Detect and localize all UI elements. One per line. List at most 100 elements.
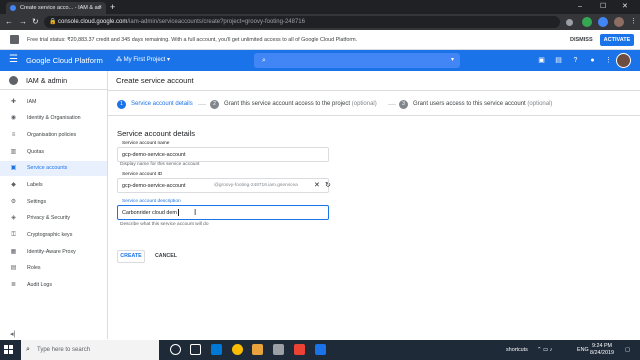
sidebar-item-label: Identity & Organisation xyxy=(27,115,81,121)
menu-icon[interactable]: ☰ xyxy=(9,53,18,67)
project-selector[interactable]: ⁂ My First Project ▾ xyxy=(116,50,170,71)
language-indicator[interactable]: ENG xyxy=(577,340,589,360)
clock-date: 8/24/2019 xyxy=(590,350,614,356)
cancel-button[interactable]: CANCEL xyxy=(152,250,180,263)
clock[interactable]: 9:24 PM 8/24/2019 xyxy=(590,343,614,357)
product-title[interactable]: Google Cloud Platform xyxy=(26,50,103,71)
edge-icon[interactable] xyxy=(211,344,222,355)
service-account-name-field[interactable]: Service account name gcp-demo-service-ac… xyxy=(117,141,329,162)
step-optional: (optional) xyxy=(351,101,377,107)
gear-icon: ⚙ xyxy=(10,199,17,205)
search-input[interactable]: ⌕ ▾ xyxy=(254,53,460,68)
sidebar-item-roles[interactable]: ▤ Roles xyxy=(0,261,107,276)
tray-icons[interactable]: ⌃ ▭ ♪ xyxy=(537,340,552,360)
label-icon: ◆ xyxy=(11,182,16,188)
service-account-id-field[interactable]: Service account ID gcp-demo-service-acco… xyxy=(117,172,331,193)
clear-icon[interactable]: ✕ xyxy=(314,179,320,193)
file-explorer-icon[interactable] xyxy=(252,344,263,355)
sidebar-item-label: Identity-Aware Proxy xyxy=(27,249,76,255)
url-input[interactable]: 🔒 console.cloud.google.com/iam-admin/ser… xyxy=(44,16,560,28)
sidebar-item-iam[interactable]: ✚ IAM xyxy=(0,95,107,110)
list-icon: ≡ xyxy=(11,132,16,138)
more-vert-icon[interactable]: ⋮ xyxy=(604,56,613,65)
step-3-label[interactable]: Grant users access to this service accou… xyxy=(413,91,552,118)
task-view-icon[interactable] xyxy=(190,344,201,355)
sidebar-item-quotas[interactable]: ▥ Quotas xyxy=(0,145,107,160)
forward-icon[interactable]: → xyxy=(19,16,27,28)
profile-avatar[interactable] xyxy=(614,17,624,27)
browser-menu-icon[interactable]: ⋮ xyxy=(630,16,637,28)
sidebar-item-crypto-keys[interactable]: ⚿ Cryptographic keys xyxy=(0,228,107,243)
stepper: 1 Service account details 2 Grant this s… xyxy=(108,90,640,116)
free-trial-banner: Free trial status: ₹20,883.37 credit and… xyxy=(0,30,640,50)
sidebar-item-labels[interactable]: ◆ Labels xyxy=(0,178,107,193)
store-icon[interactable] xyxy=(273,344,284,355)
sidebar-item-label: Service accounts xyxy=(27,165,68,171)
dismiss-button[interactable]: DISMISS xyxy=(570,30,593,50)
window-close-icon[interactable]: ✕ xyxy=(622,0,628,14)
notifications-icon[interactable]: ● xyxy=(588,56,597,65)
refresh-icon[interactable]: ↻ xyxy=(325,179,331,193)
shield-icon xyxy=(9,76,18,85)
step-2-label[interactable]: Grant this service account access to the… xyxy=(224,91,377,118)
app-icon[interactable] xyxy=(315,344,326,355)
key-icon: ⚿ xyxy=(11,232,16,238)
minimize-icon[interactable]: – xyxy=(578,0,582,14)
sidebar-title: IAM & admin xyxy=(26,76,68,85)
activate-button[interactable]: ACTIVATE xyxy=(600,34,634,46)
cortana-icon[interactable] xyxy=(170,344,181,355)
app-icon[interactable] xyxy=(294,344,305,355)
sidebar-item-iap[interactable]: ▦ Identity-Aware Proxy xyxy=(0,245,107,260)
sidebar-item-label: Quotas xyxy=(27,149,45,155)
back-icon[interactable]: ← xyxy=(5,16,13,28)
reload-icon[interactable]: ↻ xyxy=(32,16,39,28)
step-1-label[interactable]: Service account details xyxy=(131,91,193,118)
project-name: My First Project xyxy=(123,57,166,63)
chrome-icon[interactable] xyxy=(232,344,243,355)
avatar[interactable] xyxy=(616,53,631,68)
sidebar-item-label: Privacy & Security xyxy=(27,215,70,221)
field-label: Service account ID xyxy=(121,172,164,177)
create-button[interactable]: CREATE xyxy=(117,250,145,263)
windows-start-icon[interactable] xyxy=(4,345,14,355)
gift-icon xyxy=(10,35,19,44)
shortcuts-label[interactable]: shortcuts xyxy=(506,340,528,360)
help-icon[interactable]: ? xyxy=(571,56,580,65)
page-title: Create service account xyxy=(116,76,194,85)
cloud-shell-icon[interactable]: ▣ xyxy=(537,56,546,65)
sidebar-item-label: Settings xyxy=(27,199,47,205)
account-circle-icon: ◉ xyxy=(10,115,17,121)
maximize-icon[interactable]: ☐ xyxy=(600,0,606,14)
sidebar-item-org-policies[interactable]: ≡ Organisation policies xyxy=(0,128,107,143)
url-host: console.cloud.google.com xyxy=(58,19,128,25)
sidebar: IAM & admin ✚ IAM ◉ Identity & Organisat… xyxy=(0,71,108,339)
field-value: Carbonrider cloud dem xyxy=(122,206,179,220)
sidebar-item-audit-logs[interactable]: ≣ Audit Logs xyxy=(0,278,107,293)
sidebar-item-identity[interactable]: ◉ Identity & Organisation xyxy=(0,111,107,126)
field-label: Service account description xyxy=(121,199,182,204)
step-divider xyxy=(198,104,206,105)
proxy-icon: ▦ xyxy=(10,249,17,255)
sidebar-item-label: Audit Logs xyxy=(27,282,53,288)
gift-icon[interactable]: ▤ xyxy=(554,56,563,65)
audit-log-icon: ≣ xyxy=(10,282,17,288)
browser-tab[interactable]: Create service acco... - IAM & ad × xyxy=(6,2,106,14)
service-account-icon: ▣ xyxy=(10,165,17,171)
sidebar-item-service-accounts[interactable]: ▣ Service accounts xyxy=(0,161,107,176)
tab-close-icon[interactable]: × xyxy=(98,2,102,14)
step-label-text: Grant this service account access to the… xyxy=(224,101,351,107)
extension-icon[interactable] xyxy=(598,17,608,27)
bookmark-star-icon[interactable] xyxy=(566,19,573,26)
sidebar-item-settings[interactable]: ⚙ Settings xyxy=(0,195,107,210)
sidebar-item-privacy[interactable]: ◈ Privacy & Security xyxy=(0,211,107,226)
taskbar-search-input[interactable]: ⌕ Type here to search xyxy=(21,340,159,360)
collapse-sidebar-icon[interactable]: ◂| xyxy=(10,330,15,338)
browser-tab-strip: Create service acco... - IAM & ad × + – … xyxy=(0,0,640,14)
step-divider xyxy=(388,104,396,105)
service-account-description-field[interactable]: Service account description Carbonrider … xyxy=(117,199,329,220)
taskbar-search-placeholder: Type here to search xyxy=(37,347,91,353)
new-tab-icon[interactable]: + xyxy=(110,1,115,13)
extension-icon[interactable] xyxy=(582,17,592,27)
step-optional: (optional) xyxy=(527,101,553,107)
notification-center-icon[interactable]: ▢ xyxy=(625,340,630,360)
